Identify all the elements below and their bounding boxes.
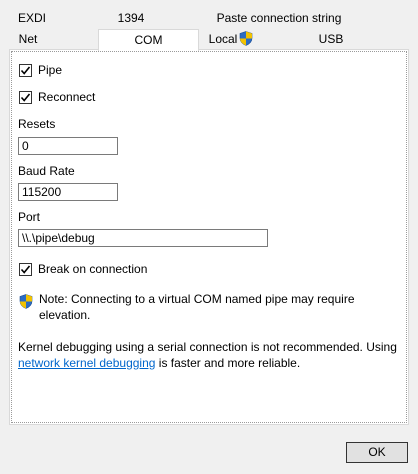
- elevation-note-text: Note: Connecting to a virtual COM named …: [39, 292, 355, 322]
- elevation-note: Note: Connecting to a virtual COM named …: [19, 291, 369, 323]
- tab-com[interactable]: COM: [98, 29, 199, 51]
- tab-paste-connection-string[interactable]: Paste connection string: [209, 8, 349, 28]
- com-settings-panel: Pipe Reconnect Resets 0 Baud Rate 115200…: [9, 49, 409, 425]
- break-on-connection-checkbox-row[interactable]: Break on connection: [19, 261, 147, 277]
- serial-warning-before: Kernel debugging using a serial connecti…: [18, 340, 397, 354]
- break-on-connection-checkbox[interactable]: [19, 262, 32, 276]
- pipe-checkbox-row[interactable]: Pipe: [19, 62, 62, 78]
- debugger-settings-dialog: EXDI 1394 Paste connection string Net CO…: [0, 0, 418, 474]
- tab-1394[interactable]: 1394: [113, 8, 149, 28]
- uac-shield-icon: [19, 294, 33, 312]
- port-input[interactable]: \\.\pipe\debug: [18, 229, 268, 247]
- checkmark-icon: [20, 65, 31, 75]
- tab-local-label: Local: [208, 32, 238, 46]
- ok-button[interactable]: OK: [346, 442, 408, 463]
- reconnect-checkbox-row[interactable]: Reconnect: [19, 89, 95, 105]
- pipe-label: Pipe: [38, 63, 63, 77]
- break-on-connection-label: Break on connection: [38, 262, 148, 276]
- tab-net[interactable]: Net: [13, 29, 43, 49]
- serial-warning-after: is faster and more reliable.: [155, 356, 301, 370]
- network-kernel-debugging-link[interactable]: network kernel debugging: [18, 356, 155, 370]
- tab-row-top: EXDI 1394 Paste connection string: [9, 8, 409, 28]
- port-label: Port: [18, 210, 41, 224]
- tab-exdi[interactable]: EXDI: [13, 8, 51, 28]
- serial-warning-text: Kernel debugging using a serial connecti…: [18, 339, 403, 371]
- tab-usb[interactable]: USB: [315, 29, 347, 49]
- baud-rate-input[interactable]: 115200: [18, 183, 118, 201]
- checkmark-icon: [20, 264, 31, 274]
- tab-row-bottom: Net COM Local USB: [9, 29, 409, 51]
- reconnect-label: Reconnect: [38, 90, 96, 104]
- pipe-checkbox[interactable]: [19, 63, 32, 77]
- reconnect-checkbox[interactable]: [19, 90, 32, 104]
- tab-local[interactable]: Local: [205, 29, 257, 49]
- resets-label: Resets: [18, 117, 56, 131]
- checkmark-icon: [20, 92, 31, 102]
- baud-rate-label: Baud Rate: [18, 164, 75, 178]
- resets-input[interactable]: 0: [18, 137, 118, 155]
